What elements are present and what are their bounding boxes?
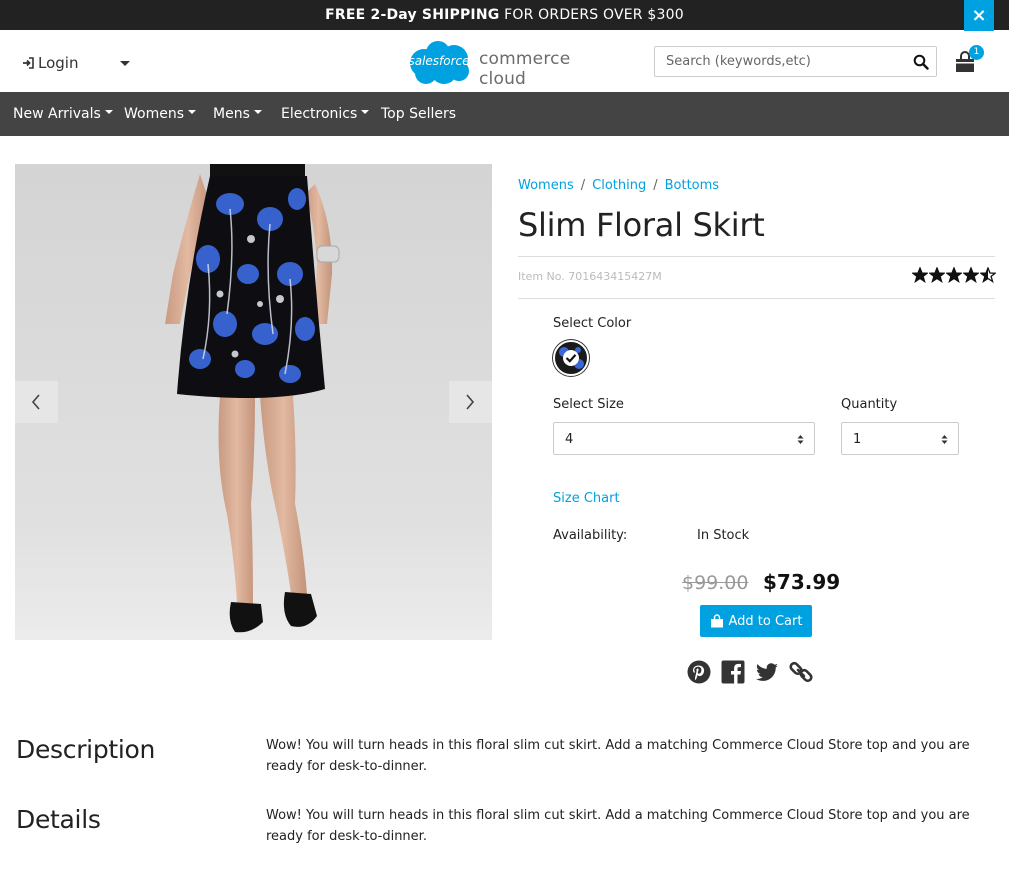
product-title: Slim Floral Skirt bbox=[518, 206, 765, 244]
breadcrumb: Womens / Clothing / Bottoms bbox=[518, 178, 719, 193]
search-icon[interactable] bbox=[913, 54, 929, 70]
nav-item-label: Top Sellers bbox=[381, 106, 457, 122]
sale-price: $73.99 bbox=[763, 570, 841, 594]
brand-logo[interactable]: salesforce commerce cloud bbox=[404, 39, 614, 89]
divider bbox=[518, 298, 995, 299]
logo-cloud-text: salesforce bbox=[408, 54, 470, 68]
shopping-bag-icon bbox=[710, 614, 723, 628]
details-text: Wow! You will turn heads in this floral … bbox=[266, 808, 970, 844]
nav-item-label: Womens bbox=[124, 106, 185, 122]
nav-item-label: Electronics bbox=[281, 106, 358, 122]
nav-item-label: New Arrivals bbox=[13, 106, 101, 122]
chevron-down-icon bbox=[253, 110, 262, 114]
divider bbox=[518, 256, 995, 257]
close-promo-button[interactable]: × bbox=[964, 0, 994, 31]
color-swatch-selected[interactable] bbox=[553, 340, 589, 376]
chevron-down-icon bbox=[104, 110, 113, 114]
nav-item-label: Mens bbox=[213, 106, 250, 122]
carousel-prev-button[interactable] bbox=[15, 381, 58, 423]
details-heading: Details bbox=[16, 805, 101, 834]
nav-item-electronics[interactable]: Electronics bbox=[281, 106, 370, 122]
facebook-icon[interactable] bbox=[720, 659, 746, 685]
quantity-select[interactable]: 1 bbox=[841, 422, 959, 455]
item-number: Item No. 701643415427M bbox=[518, 270, 662, 283]
promo-text: FREE 2-Day SHIPPING FOR ORDERS OVER $300 bbox=[0, 7, 1009, 23]
promo-text-rest: FOR ORDERS OVER $300 bbox=[499, 7, 684, 23]
promo-banner: FREE 2-Day SHIPPING FOR ORDERS OVER $300… bbox=[0, 0, 1009, 31]
pinterest-icon[interactable] bbox=[686, 659, 712, 685]
star-full-icon bbox=[963, 267, 979, 283]
size-select-value: 4 bbox=[565, 432, 574, 447]
rating-stars bbox=[912, 267, 996, 283]
breadcrumb-separator: / bbox=[653, 178, 658, 193]
link-icon[interactable] bbox=[788, 659, 814, 685]
chevron-left-icon bbox=[31, 394, 40, 410]
cart-count-badge: 1 bbox=[969, 45, 984, 60]
breadcrumb-link[interactable]: Womens bbox=[518, 178, 574, 193]
login-label: Login bbox=[38, 54, 79, 72]
star-full-icon bbox=[946, 267, 962, 283]
select-arrows-icon bbox=[941, 435, 948, 444]
search-input[interactable] bbox=[655, 47, 905, 76]
star-half-icon bbox=[980, 267, 996, 283]
chevron-right-icon bbox=[466, 394, 475, 410]
description-heading: Description bbox=[16, 735, 156, 764]
nav-item-womens[interactable]: Womens bbox=[124, 106, 197, 122]
description-text: Wow! You will turn heads in this floral … bbox=[266, 738, 970, 774]
size-select[interactable]: 4 bbox=[553, 422, 815, 455]
logo-text: commerce cloud bbox=[479, 49, 571, 89]
login-link[interactable]: Login bbox=[22, 54, 78, 72]
add-to-cart-button[interactable]: Add to Cart bbox=[700, 605, 812, 637]
twitter-icon[interactable] bbox=[754, 659, 780, 685]
chevron-down-icon bbox=[188, 110, 197, 114]
availability-label: Availability: bbox=[553, 528, 628, 543]
original-price: $99.00 bbox=[682, 572, 749, 594]
checkmark-icon bbox=[559, 347, 584, 369]
search-box bbox=[654, 46, 937, 77]
product-image-carousel bbox=[15, 164, 492, 640]
promo-text-bold: FREE 2-Day SHIPPING bbox=[325, 7, 500, 23]
breadcrumb-separator: / bbox=[580, 178, 586, 193]
quantity-select-value: 1 bbox=[853, 432, 862, 447]
sign-in-icon bbox=[23, 57, 34, 69]
chevron-down-icon bbox=[361, 110, 370, 114]
breadcrumb-link[interactable]: Clothing bbox=[592, 178, 646, 193]
nav-item-top-sellers[interactable]: Top Sellers bbox=[381, 106, 456, 122]
quantity-label: Quantity bbox=[841, 397, 898, 412]
site-header: Login salesforce commerce cloud 1 bbox=[0, 31, 1009, 92]
select-color-label: Select Color bbox=[553, 316, 632, 331]
availability-status: In Stock bbox=[697, 528, 750, 543]
size-chart-link[interactable]: Size Chart bbox=[553, 491, 620, 506]
star-full-icon bbox=[912, 267, 928, 283]
close-icon: × bbox=[971, 5, 987, 26]
account-dropdown-caret[interactable] bbox=[120, 61, 130, 66]
nav-item-mens[interactable]: Mens bbox=[213, 106, 262, 122]
add-to-cart-label: Add to Cart bbox=[728, 613, 803, 629]
breadcrumb-link[interactable]: Bottoms bbox=[665, 178, 719, 193]
carousel-next-button[interactable] bbox=[449, 381, 492, 423]
select-size-label: Select Size bbox=[553, 397, 624, 412]
star-full-icon bbox=[929, 267, 945, 283]
select-arrows-icon bbox=[797, 435, 804, 444]
main-nav: New Arrivals Womens Mens Electronics Top… bbox=[0, 92, 1009, 136]
nav-item-new-arrivals[interactable]: New Arrivals bbox=[13, 106, 113, 122]
product-photo bbox=[15, 164, 492, 640]
